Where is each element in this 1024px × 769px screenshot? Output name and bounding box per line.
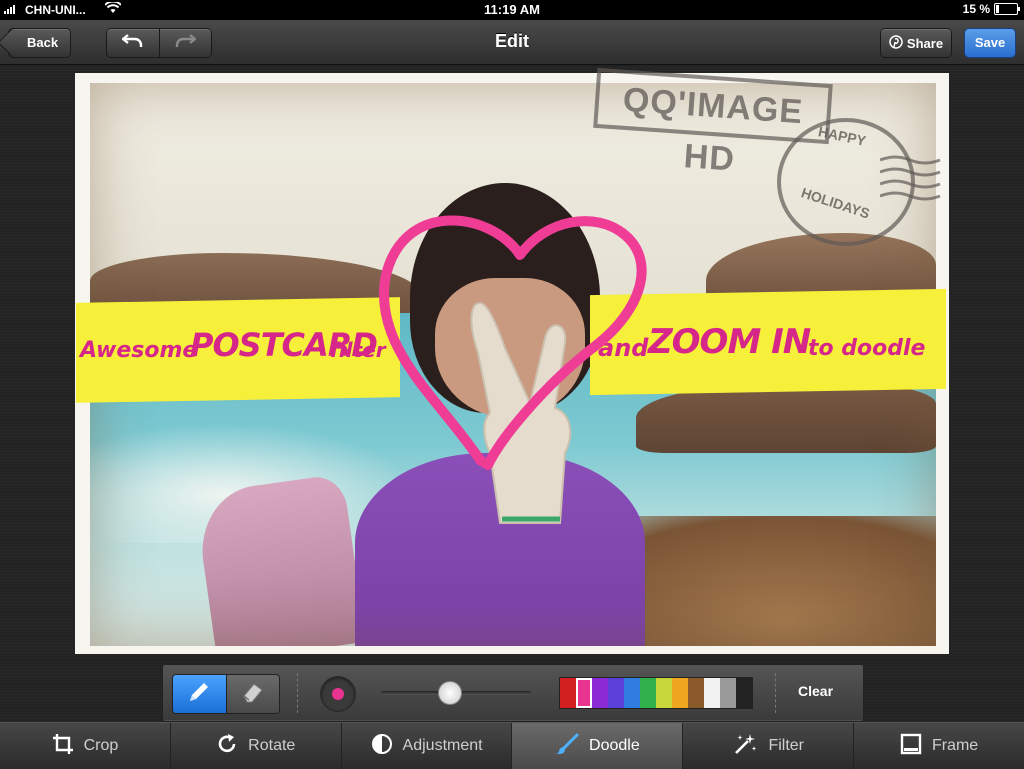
- color-swatch[interactable]: [608, 678, 624, 708]
- tab-doodle[interactable]: Doodle: [512, 723, 684, 769]
- color-swatch[interactable]: [704, 678, 720, 708]
- tab-label: Filter: [768, 737, 804, 754]
- adjustment-icon: [371, 733, 393, 760]
- brush-size-slider-knob[interactable]: [437, 681, 462, 705]
- banner-text-to-doodle: to doodle: [808, 336, 926, 361]
- nav-bar: Back Edit Share Save: [0, 20, 1024, 65]
- heart-doodle: [378, 215, 647, 470]
- banner-text-awesome: Awesome: [80, 338, 198, 363]
- frame-icon: [900, 733, 922, 760]
- tab-label: Frame: [931, 737, 979, 754]
- toolbar-separator: [775, 673, 777, 713]
- crop-icon: [52, 733, 74, 760]
- tab-rotate[interactable]: Rotate: [171, 723, 342, 769]
- doodle-toolbar: Clear: [162, 664, 864, 722]
- tab-label: Rotate: [248, 737, 296, 754]
- color-swatch[interactable]: [560, 678, 576, 708]
- edit-tab-bar: Crop Rotate Adjustment Doodle Filter Fra…: [0, 722, 1024, 769]
- battery-percent: 15 %: [962, 2, 990, 16]
- status-bar: CHN-UNI... 11:19 AM 15 %: [0, 0, 1024, 20]
- tab-frame[interactable]: Frame: [854, 723, 1024, 769]
- color-swatch[interactable]: [656, 678, 672, 708]
- clock: 11:19 AM: [484, 2, 540, 17]
- brush-preview[interactable]: [320, 676, 356, 712]
- pen-tool-button[interactable]: [173, 675, 226, 713]
- battery-icon: [994, 3, 1020, 15]
- page-title: Edit: [495, 31, 529, 51]
- sparkle-icon: [732, 733, 758, 760]
- tab-crop[interactable]: Crop: [0, 723, 171, 769]
- save-button[interactable]: Save: [964, 28, 1016, 58]
- tab-adjustment[interactable]: Adjustment: [342, 723, 513, 769]
- color-swatch[interactable]: [624, 678, 640, 708]
- color-swatch[interactable]: [576, 678, 592, 708]
- eraser-tool-button[interactable]: [225, 675, 279, 713]
- share-button-label: Share: [906, 35, 944, 51]
- share-button[interactable]: Share: [880, 28, 952, 58]
- pencil-icon: [186, 679, 212, 710]
- clear-button[interactable]: Clear: [798, 683, 833, 699]
- banner-text-zoom-in: ZOOM IN: [648, 322, 811, 362]
- color-swatch[interactable]: [688, 678, 704, 708]
- color-swatch[interactable]: [592, 678, 608, 708]
- tab-label: Doodle: [589, 737, 640, 754]
- brush-color-dot: [332, 688, 344, 700]
- doodle-tool-group: [172, 674, 280, 714]
- rotate-icon: [216, 733, 238, 760]
- tab-filter[interactable]: Filter: [683, 723, 855, 769]
- eraser-icon: [240, 679, 266, 710]
- color-swatch[interactable]: [736, 678, 752, 708]
- brush-icon: [555, 733, 579, 760]
- color-palette: [559, 677, 753, 709]
- toolbar-separator: [297, 673, 299, 713]
- tab-label: Crop: [83, 737, 119, 754]
- pinterest-icon: [889, 34, 903, 52]
- color-swatch[interactable]: [720, 678, 736, 708]
- tab-label: Adjustment: [402, 737, 483, 754]
- color-swatch[interactable]: [672, 678, 688, 708]
- postmark-lines: [880, 155, 941, 201]
- color-swatch[interactable]: [640, 678, 656, 708]
